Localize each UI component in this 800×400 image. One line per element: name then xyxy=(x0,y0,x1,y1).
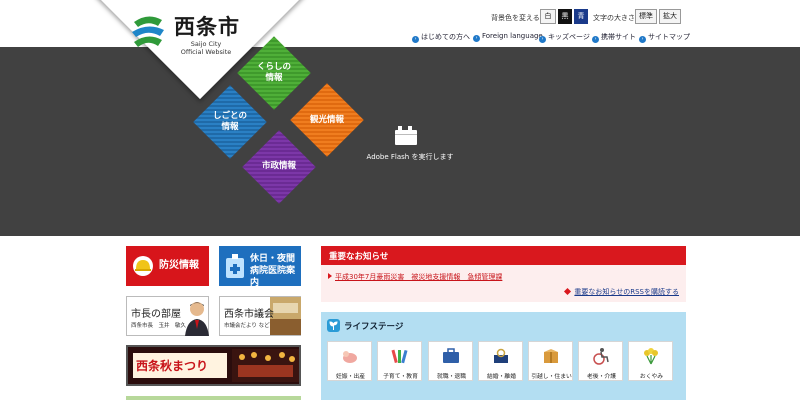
helmet-icon xyxy=(133,256,153,276)
nav-shisei-label: 市政情報 xyxy=(261,161,296,171)
toplink-sitemap[interactable]: › サイトマップ xyxy=(639,32,690,43)
notice-header: 重要なお知らせ xyxy=(321,246,686,265)
mayor-room-title: 市長の部屋 xyxy=(131,309,181,320)
toplink-mobile[interactable]: › 携帯サイト xyxy=(592,32,636,43)
arrow-circle-icon: › xyxy=(412,36,419,43)
life-card-pregnancy[interactable]: 妊娠・出産 xyxy=(327,341,372,381)
flower-icon xyxy=(644,348,658,365)
ring-box-icon xyxy=(494,348,508,363)
page: 西条市 Saijo City Official Website 背景色を変える … xyxy=(0,0,800,400)
toplink-label: 携帯サイト xyxy=(601,33,636,41)
logo-subtitle-line2: Official Website xyxy=(180,48,232,56)
life-stage-icon xyxy=(327,319,340,332)
logo-title: 西条市 xyxy=(174,15,240,39)
notice-rss-link[interactable]: 重要なお知らせのRSSを購読する xyxy=(564,287,679,297)
baby-icon xyxy=(343,351,357,363)
nav-shigoto-label: しごとの 情報 xyxy=(213,111,247,132)
briefcase-icon xyxy=(443,348,459,363)
life-stage-heading: ライフステージ xyxy=(327,319,403,333)
arrow-circle-icon: › xyxy=(592,36,599,43)
text-normal-button[interactable]: 標準 xyxy=(635,9,657,24)
flash-message[interactable]: Adobe Flash を実行します xyxy=(360,152,460,162)
wheelchair-icon xyxy=(593,348,609,365)
bg-blue-button[interactable]: 青 xyxy=(574,9,588,24)
saijo-festival-banner[interactable]: 西条秋まつり xyxy=(126,345,301,386)
holiday-hospital-label: 休日・夜間 病院医院案内 xyxy=(250,254,296,288)
toplink-label: キッズページ xyxy=(548,33,590,41)
notice-item-text: 平成30年7月豪雨災害 被災地支援情報 急傾管理課 xyxy=(335,273,503,281)
important-notice-panel: 重要なお知らせ 平成30年7月豪雨災害 被災地支援情報 急傾管理課 重要なお知ら… xyxy=(321,246,686,302)
life-card-label: おくやみ xyxy=(639,374,664,380)
arrow-circle-icon: › xyxy=(473,35,480,42)
toplink-label: はじめての方へ xyxy=(421,33,470,41)
disaster-info-label: 防災情報 xyxy=(159,260,199,271)
text-large-button[interactable]: 拡大 xyxy=(659,9,681,24)
toplink-first-visit[interactable]: › はじめての方へ xyxy=(412,32,470,43)
mayor-portrait xyxy=(185,302,209,336)
notice-item-link[interactable]: 平成30年7月豪雨災害 被災地支援情報 急傾管理課 xyxy=(328,272,502,282)
green-banner-partial[interactable] xyxy=(126,396,301,400)
logo-subtitle: Saijo City Official Website xyxy=(176,40,236,56)
city-council-title: 西条市議会 xyxy=(224,309,274,320)
medicine-bag-icon xyxy=(226,254,244,278)
life-card-childcare[interactable]: 子育て・教育 xyxy=(377,341,422,381)
life-card-label: 引越し・住まい xyxy=(531,374,572,380)
life-card-marriage[interactable]: 結婚・離婚 xyxy=(478,341,523,381)
diamond-bullet-icon xyxy=(564,287,572,296)
life-card-label: 子育て・教育 xyxy=(383,374,418,380)
flash-plugin-icon xyxy=(395,126,417,145)
council-chamber-image xyxy=(270,297,301,335)
life-card-moving[interactable]: 引越し・住まい xyxy=(528,341,573,381)
city-council-subtitle: 市議会だより など xyxy=(224,323,270,329)
toplink-label: Foreign language xyxy=(482,32,543,40)
moving-box-icon xyxy=(544,349,558,363)
arrow-right-icon xyxy=(328,273,332,279)
festival-title: 西条秋まつり xyxy=(136,359,209,373)
life-card-label: 就職・退職 xyxy=(437,374,466,380)
life-card-employment[interactable]: 就職・退職 xyxy=(428,341,473,381)
life-card-label: 結婚・離婚 xyxy=(487,374,516,380)
notice-rss-text: 重要なお知らせのRSSを購読する xyxy=(574,288,679,296)
city-logo-icon xyxy=(132,16,164,47)
life-card-label: 老後・介護 xyxy=(587,374,616,380)
toplink-label: サイトマップ xyxy=(648,33,690,41)
life-stage-title: ライフステージ xyxy=(344,322,404,332)
notice-title: 重要なお知らせ xyxy=(329,252,389,262)
mayor-room-banner[interactable]: 市長の部屋 西条市長 玉井 敏久 xyxy=(126,296,209,336)
logo-subtitle-line1: Saijo City xyxy=(190,40,222,48)
text-size-label: 文字の大きさ xyxy=(593,14,635,22)
life-card-condolence[interactable]: おくやみ xyxy=(628,341,673,381)
disaster-info-banner[interactable]: 防災情報 xyxy=(126,246,209,286)
bg-white-button[interactable]: 白 xyxy=(540,9,556,24)
sprout-icon xyxy=(329,321,338,330)
mayor-room-subtitle: 西条市長 玉井 敏久 xyxy=(131,323,187,329)
holiday-hospital-banner[interactable]: 休日・夜間 病院医院案内 xyxy=(219,246,301,288)
bg-black-button[interactable]: 黒 xyxy=(558,9,572,24)
site-logo[interactable]: 西条市 Saijo City Official Website xyxy=(128,10,240,60)
toplink-kids[interactable]: › キッズページ xyxy=(539,32,590,43)
arrow-circle-icon: › xyxy=(639,36,646,43)
city-council-banner[interactable]: 西条市議会 市議会だより など xyxy=(219,296,301,336)
nav-kurashi-label: くらしの 情報 xyxy=(256,62,291,83)
top-links: › はじめての方へ › Foreign language › キッズページ › 携帯サイ… xyxy=(412,32,800,44)
festival-photo xyxy=(232,349,299,382)
nav-kanko-label: 観光情報 xyxy=(309,115,344,125)
crayon-icon xyxy=(391,349,408,364)
arrow-circle-icon: › xyxy=(539,36,546,43)
toplink-foreign-language[interactable]: › Foreign language xyxy=(473,32,543,42)
life-card-elderly-care[interactable]: 老後・介護 xyxy=(578,341,623,381)
life-card-label: 妊娠・出産 xyxy=(336,374,365,380)
bg-color-label: 背景色を変える xyxy=(491,14,540,22)
